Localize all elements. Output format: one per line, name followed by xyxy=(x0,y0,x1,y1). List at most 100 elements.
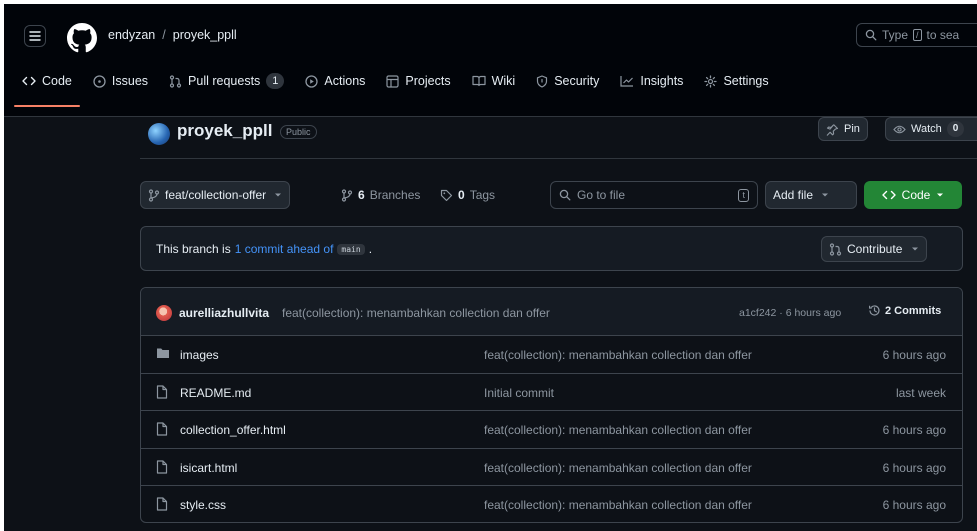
table-icon xyxy=(386,74,400,88)
tab-code-label: Code xyxy=(42,74,72,88)
gear-icon xyxy=(704,74,718,88)
folder-icon xyxy=(157,348,169,358)
tab-code[interactable]: Code xyxy=(14,70,80,107)
tab-insights[interactable]: Insights xyxy=(620,70,683,92)
file-commit-message[interactable]: feat(collection): menambahkan collection… xyxy=(484,348,752,362)
table-row[interactable]: style.css feat(collection): menambahkan … xyxy=(141,486,962,522)
file-commit-time: last week xyxy=(895,385,946,400)
code-button[interactable]: Code xyxy=(864,181,962,209)
commits-count-label: 2 Commits xyxy=(885,304,942,317)
file-commit-message[interactable]: Initial commit xyxy=(484,386,554,400)
branch-name: feat/collection-offer xyxy=(165,188,267,202)
file-commit-message[interactable]: feat(collection): menambahkan collection… xyxy=(484,423,752,437)
tab-projects-label: Projects xyxy=(405,74,451,88)
tab-pull-requests[interactable]: Pull requests 1 xyxy=(169,70,285,92)
tab-actions[interactable]: Actions xyxy=(305,70,365,92)
tags-link[interactable]: 0 Tags xyxy=(440,188,495,202)
watch-button[interactable]: Watch 0 xyxy=(885,117,977,141)
table-row[interactable]: collection_offer.html feat(collection): … xyxy=(141,411,962,449)
file-browser: aurelliazhullvita feat(collection): mena… xyxy=(140,287,963,523)
table-row[interactable]: README.md Initial commit last week xyxy=(141,374,962,411)
github-logo-icon[interactable] xyxy=(67,23,97,53)
file-commit-message[interactable]: feat(collection): menambahkan collection… xyxy=(484,461,752,475)
add-file-button[interactable]: Add file xyxy=(765,181,857,209)
table-row[interactable]: images feat(collection): menambahkan col… xyxy=(141,336,962,374)
search-icon xyxy=(865,29,877,41)
file-name[interactable]: images xyxy=(180,348,219,362)
file-commit-time: 6 hours ago xyxy=(882,348,946,362)
tag-icon xyxy=(440,189,453,201)
branch-status-text: This branch is 1 commit ahead of main . xyxy=(156,242,372,256)
branch-status-prefix: This branch is xyxy=(156,242,231,256)
chevron-down-icon xyxy=(912,247,919,251)
shield-icon xyxy=(537,74,548,88)
branches-count: 6 xyxy=(358,188,365,202)
title-divider xyxy=(140,158,977,159)
tab-security-label: Security xyxy=(554,74,600,88)
play-icon xyxy=(305,74,319,88)
tab-projects[interactable]: Projects xyxy=(386,70,451,92)
commits-ahead-link[interactable]: 1 commit ahead of xyxy=(235,242,334,256)
go-to-file-shortcut: t xyxy=(738,189,749,202)
watch-label: Watch xyxy=(911,123,942,135)
branch-selector[interactable]: feat/collection-offer xyxy=(140,181,291,209)
tab-issues[interactable]: Issues xyxy=(93,70,148,92)
tab-settings[interactable]: Settings xyxy=(704,70,769,92)
file-name[interactable]: collection_offer.html xyxy=(180,423,286,437)
breadcrumb: endyzan / proyek_ppll xyxy=(108,28,237,42)
commit-author[interactable]: aurelliazhullvita xyxy=(179,306,269,320)
pin-label: Pin xyxy=(844,123,860,135)
chevron-down-icon xyxy=(275,193,282,197)
search-icon xyxy=(559,189,571,201)
hamburger-icon xyxy=(29,31,41,41)
repo-owner-avatar xyxy=(148,123,170,145)
contribute-button[interactable]: Contribute xyxy=(821,236,928,262)
commits-link[interactable]: 2 Commits xyxy=(868,304,941,317)
watch-count: 0 xyxy=(946,121,965,137)
tab-insights-label: Insights xyxy=(640,74,684,88)
branches-label: Branches xyxy=(369,188,421,202)
base-branch-chip: main xyxy=(337,243,365,255)
tab-security[interactable]: Security xyxy=(536,70,599,92)
breadcrumb-separator: / xyxy=(162,28,166,42)
menu-button[interactable] xyxy=(24,25,46,47)
commit-hash-time[interactable]: a1cf242 · 6 hours ago xyxy=(739,307,841,319)
branch-status-suffix: . xyxy=(368,242,373,256)
table-row[interactable]: isicart.html feat(collection): menambahk… xyxy=(141,449,962,486)
go-to-file-input[interactable]: Go to file t xyxy=(550,181,758,209)
tags-label: Tags xyxy=(469,188,496,202)
file-icon xyxy=(156,422,168,436)
tab-wiki-label: Wiki xyxy=(491,74,516,88)
go-to-file-placeholder: Go to file xyxy=(577,188,626,202)
file-commit-message[interactable]: feat(collection): menambahkan collection… xyxy=(484,498,752,512)
breadcrumb-repo[interactable]: proyek_ppll xyxy=(173,28,237,42)
file-name[interactable]: README.md xyxy=(180,386,251,400)
visibility-badge: Public xyxy=(280,125,317,139)
file-icon xyxy=(156,497,168,511)
repo-title: proyek_ppll xyxy=(177,121,273,140)
commit-message[interactable]: feat(collection): menambahkan collection… xyxy=(282,306,550,320)
code-icon xyxy=(881,190,896,200)
search-input[interactable]: Type / to sea xyxy=(856,23,977,47)
tab-settings-label: Settings xyxy=(723,74,769,88)
branch-status-box: This branch is 1 commit ahead of main . … xyxy=(140,226,963,271)
tab-pull-requests-label: Pull requests xyxy=(188,74,261,88)
search-shortcut-key: / xyxy=(913,29,922,41)
branches-link[interactable]: 6 Branches xyxy=(341,188,420,202)
file-icon xyxy=(156,459,168,474)
pin-button[interactable]: Pin xyxy=(818,117,868,141)
file-name[interactable]: isicart.html xyxy=(180,461,237,475)
file-name[interactable]: style.css xyxy=(180,498,226,512)
repo-header: endyzan / proyek_ppll Type / to sea Code… xyxy=(4,4,977,117)
pull-request-icon xyxy=(169,74,182,88)
tab-wiki[interactable]: Wiki xyxy=(471,70,516,92)
chevron-down-icon xyxy=(937,193,944,197)
pull-request-icon xyxy=(829,242,842,256)
eye-icon xyxy=(893,125,906,133)
graph-icon xyxy=(620,76,634,87)
breadcrumb-owner[interactable]: endyzan xyxy=(108,28,155,42)
tags-count: 0 xyxy=(458,188,465,202)
search-suffix: to sea xyxy=(926,28,960,42)
chevron-down-icon xyxy=(822,193,829,197)
avatar[interactable] xyxy=(156,305,172,321)
